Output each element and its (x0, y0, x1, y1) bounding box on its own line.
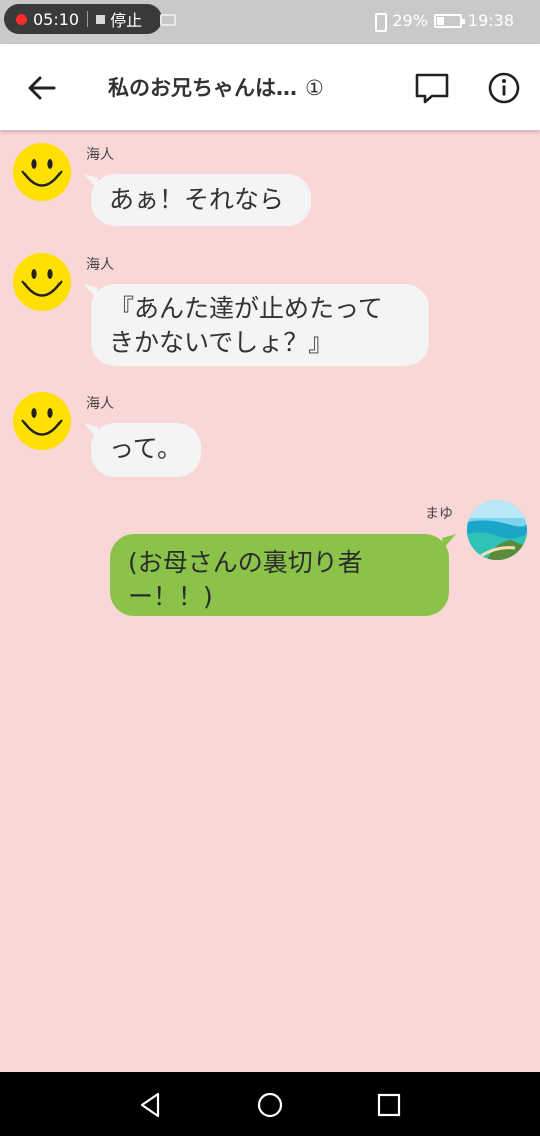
screen-record-pill[interactable]: 05:10 停止 (4, 4, 162, 34)
back-button[interactable] (22, 68, 62, 108)
comment-icon (415, 73, 449, 104)
sender-name: 海人 (86, 257, 114, 273)
sender-name: 海人 (86, 147, 114, 163)
message-bubble[interactable]: あぁ！それなら (91, 174, 311, 226)
smiley-face-icon[interactable] (12, 252, 72, 312)
sender-name: 海人 (86, 396, 114, 412)
info-icon (488, 72, 520, 104)
circle-home-icon[interactable] (255, 1090, 285, 1120)
notification-icon (160, 14, 176, 26)
chat-area[interactable]: 海人 あぁ！それなら 海人 『あんた達が止めたって きかないでしょ？』 海人 っ… (0, 130, 540, 1072)
app-bar: 私のお兄ちゃんは… ① (0, 44, 540, 130)
page-title: 私のお兄ちゃんは… ① (108, 72, 324, 102)
triangle-back-icon[interactable] (136, 1090, 166, 1120)
record-time: 05:10 (33, 9, 80, 29)
divider (87, 11, 89, 27)
clock: 19:38 (467, 11, 514, 30)
beach-photo (467, 500, 527, 560)
battery-icon (433, 13, 465, 28)
record-dot-icon (16, 13, 27, 25)
beach-photo-avatar[interactable] (467, 500, 527, 560)
info-button[interactable] (484, 68, 524, 108)
story-title: 私のお兄ちゃんは… (108, 76, 297, 100)
system-nav-bar (0, 1072, 540, 1136)
arrow-left-icon (28, 76, 56, 100)
comment-button[interactable] (412, 68, 452, 108)
message-bubble-outgoing[interactable]: (お母さんの裏切り者 ー！！) (110, 534, 449, 616)
smiley-face-icon[interactable] (12, 142, 72, 202)
status-right-group: 29% 19:38 (372, 11, 514, 32)
sender-name: まゆ (425, 506, 453, 522)
message-bubble[interactable]: 『あんた達が止めたって きかないでしょ？』 (91, 284, 429, 366)
stop-square-icon (96, 14, 106, 24)
stop-label[interactable]: 停止 (110, 7, 142, 31)
battery-percent: 29% (392, 11, 428, 30)
vibrate-icon (372, 12, 388, 32)
status-bar: 05:10 停止 29% 19:38 (0, 0, 540, 44)
square-recents-icon[interactable] (374, 1090, 404, 1120)
chapter-marker: ① (305, 76, 324, 100)
message-bubble[interactable]: って。 (91, 423, 201, 477)
smiley-face-icon[interactable] (12, 391, 72, 451)
